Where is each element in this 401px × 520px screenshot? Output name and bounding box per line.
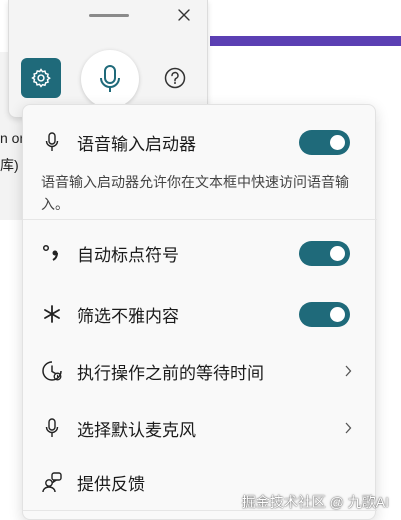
microphone-icon [41,131,63,153]
voice-settings-menu: 语音输入启动器 语音输入启动器允许你在文本框中快速访问语音输入。 自动标点符号 [22,104,377,520]
profanity-filter-label: 筛选不雅内容 [77,306,179,326]
help-icon [164,67,186,89]
microphone-button[interactable] [81,50,139,108]
toggle-knob [330,307,345,322]
auto-punctuation-toggle[interactable] [299,241,350,266]
close-icon [178,9,190,21]
asterisk-icon [41,303,63,325]
screen: n on 库) s 语音输入启动器 语音输入启动器允许你在文本框中快速访问语音输… [0,0,401,520]
microphone-icon [41,417,63,439]
auto-punctuation-label: 自动标点符号 [77,245,179,265]
settings-button[interactable] [21,58,61,98]
clock-icon [41,360,63,382]
launcher-description: 语音输入启动器允许你在文本框中快速访问语音输入。 [41,174,349,212]
voice-typing-toolbar [8,0,208,118]
feedback-label: 提供反馈 [77,474,145,494]
menu-item-profanity-filter[interactable]: 筛选不雅内容 [23,301,377,327]
launcher-toggle[interactable] [299,130,350,155]
menu-item-auto-punctuation[interactable]: 自动标点符号 [23,240,377,266]
launcher-label: 语音输入启动器 [77,134,196,154]
gear-icon [31,68,51,88]
chevron-right-icon [341,421,355,435]
background-accent-bar [210,36,401,46]
menu-item-default-microphone[interactable]: 选择默认麦克风 [23,415,377,441]
help-button[interactable] [163,66,187,90]
wait-time-label: 执行操作之前的等待时间 [77,363,264,383]
close-button[interactable] [173,4,195,26]
default-microphone-label: 选择默认麦克风 [77,420,196,440]
chevron-right-icon [341,364,355,378]
punctuation-icon [41,242,63,264]
toggle-knob [330,135,345,150]
profanity-filter-toggle[interactable] [299,302,350,327]
drag-handle[interactable] [89,14,129,17]
divider [23,219,377,220]
feedback-icon [41,471,63,493]
toggle-knob [330,246,345,261]
menu-item-launcher[interactable]: 语音输入启动器 [23,129,377,155]
watermark: 掘金技术社区 @ 九歌AI [241,494,389,510]
microphone-icon [100,65,120,92]
menu-item-wait-time[interactable]: 执行操作之前的等待时间 [23,358,377,384]
